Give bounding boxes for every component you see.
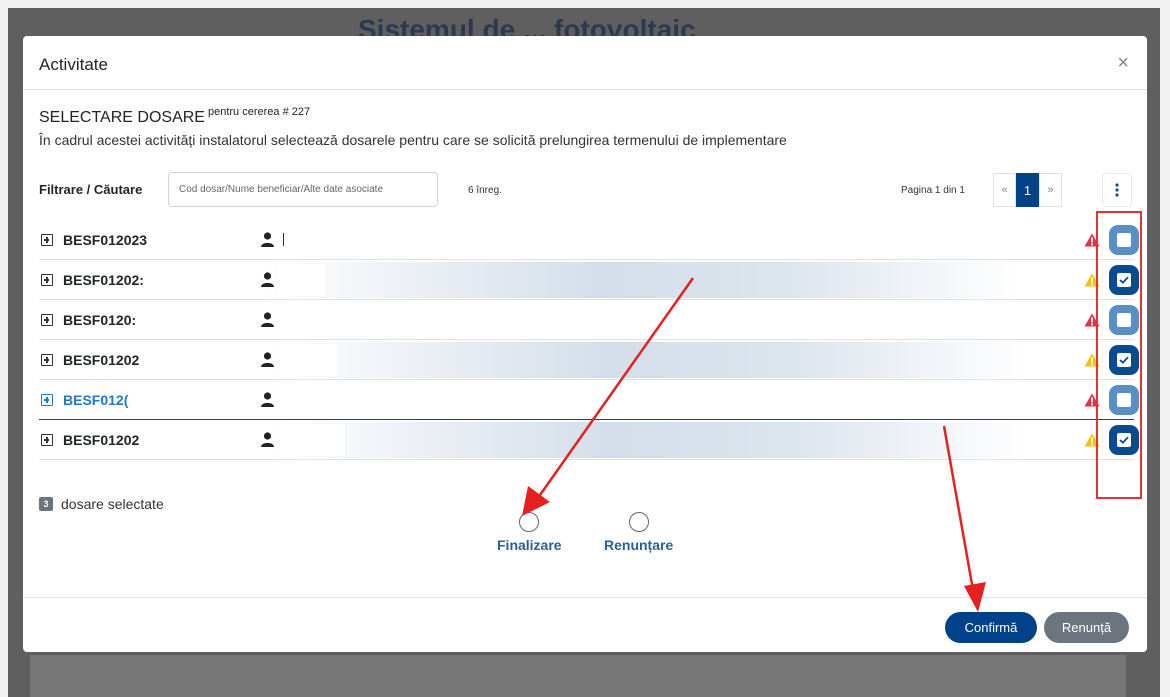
redacted-area	[259, 262, 1019, 298]
table-row: BESF0120:	[39, 300, 1139, 340]
selected-count-label: dosare selectate	[61, 496, 164, 512]
selection-title: SELECTARE DOSARE pentru cererea # 227	[39, 106, 310, 127]
request-number: pentru cererea # 227	[207, 106, 311, 118]
dossier-code[interactable]: BESF01202:	[63, 272, 169, 288]
finish-option-label[interactable]: Finalizare	[497, 537, 562, 553]
redacted-area	[267, 422, 1027, 458]
expand-icon[interactable]	[41, 434, 53, 446]
user-icon	[261, 352, 274, 367]
filter-label: Filtrare / Căutare	[39, 182, 143, 197]
dossier-code[interactable]: BESF012023	[63, 232, 173, 248]
expand-icon[interactable]	[41, 394, 53, 406]
prev-page-button[interactable]: «	[993, 173, 1016, 207]
record-count: 6 înreg.	[468, 185, 502, 196]
search-input[interactable]	[168, 172, 438, 207]
table-row: BESF012(	[39, 380, 1139, 420]
checkbox-highlight-frame	[1096, 211, 1142, 499]
more-options-button[interactable]	[1102, 173, 1132, 207]
dossier-code[interactable]: BESF012(	[63, 392, 141, 408]
user-icon	[261, 432, 274, 447]
modal-header: Activitate ×	[23, 36, 1147, 90]
table-row: BESF01202	[39, 340, 1139, 380]
user-icon	[261, 312, 274, 327]
dossier-code[interactable]: BESF01202	[63, 352, 161, 368]
user-icon	[261, 232, 274, 247]
background-panel	[30, 655, 1126, 697]
modal-title: Activitate	[39, 55, 108, 74]
page-1-button[interactable]: 1	[1016, 173, 1039, 207]
selection-description: În cadrul acestei activități instalatoru…	[39, 132, 787, 148]
expand-icon[interactable]	[41, 234, 53, 246]
finish-radio[interactable]	[519, 512, 540, 532]
confirm-button[interactable]: Confirmă	[945, 612, 1037, 643]
modal-footer: Confirmă Renunță	[23, 597, 1147, 652]
next-page-button[interactable]: »	[1039, 173, 1062, 207]
redacted-area	[279, 424, 345, 456]
redacted-name	[283, 233, 284, 246]
redacted-area	[279, 344, 337, 376]
cancel-radio[interactable]	[628, 512, 649, 532]
redacted-area	[169, 264, 259, 296]
user-icon	[261, 392, 274, 407]
selected-count: 3 dosare selectate	[39, 496, 164, 512]
table-row: BESF012023	[39, 220, 1139, 260]
close-icon[interactable]: ×	[1117, 52, 1129, 75]
redacted-area	[279, 264, 325, 296]
dossier-code[interactable]: BESF01202	[63, 432, 161, 448]
dossier-list: BESF012023 BESF01202: BESF0120: BESF0120…	[39, 220, 1139, 460]
cancel-button[interactable]: Renunță	[1044, 612, 1129, 643]
selected-count-badge: 3	[39, 497, 53, 511]
cancel-option-label[interactable]: Renunțare	[604, 537, 673, 553]
page-info: Pagina 1 din 1	[901, 185, 965, 196]
table-row: BESF01202	[39, 420, 1139, 460]
user-icon	[261, 272, 274, 287]
selection-title-text: SELECTARE DOSARE	[39, 109, 205, 126]
kebab-menu-icon	[1115, 183, 1119, 197]
redacted-area	[267, 342, 1027, 378]
pagination: « 1 »	[993, 173, 1062, 207]
finish-option[interactable]: Finalizare	[497, 512, 562, 553]
activity-modal: Activitate × SELECTARE DOSARE pentru cere…	[23, 36, 1147, 652]
expand-icon[interactable]	[41, 274, 53, 286]
cancel-option[interactable]: Renunțare	[604, 512, 673, 553]
dossier-code[interactable]: BESF0120:	[63, 312, 161, 328]
expand-icon[interactable]	[41, 314, 53, 326]
table-row: BESF01202:	[39, 260, 1139, 300]
expand-icon[interactable]	[41, 354, 53, 366]
